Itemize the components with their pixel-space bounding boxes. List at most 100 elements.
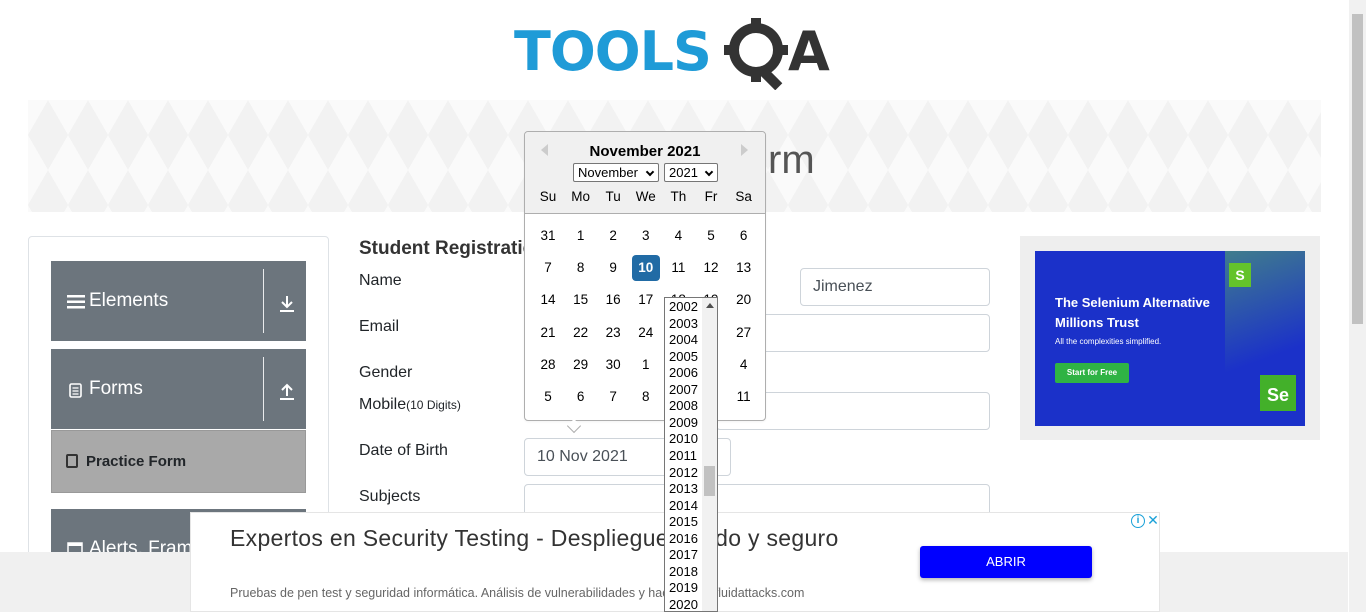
mobile-label-text: Mobile [359, 396, 407, 413]
calendar-day[interactable]: 11 [664, 255, 692, 281]
calendar-day[interactable]: 2 [599, 223, 627, 249]
scroll-thumb[interactable] [704, 466, 715, 496]
upload-arrow-icon[interactable] [279, 383, 295, 401]
side-ad[interactable]: The Selenium Alternative Millions Trust … [1035, 251, 1305, 426]
calendar-day[interactable]: 20 [730, 287, 758, 313]
year-option[interactable]: 2016 [669, 531, 698, 547]
calendar-day[interactable]: 1 [632, 352, 660, 378]
datepicker-popup: November 2021 November 2021 Su Mo Tu We Th Fr… [524, 131, 766, 434]
document-icon [69, 383, 82, 398]
sidebar-group-elements[interactable]: Elements [51, 261, 306, 341]
sidebar-group-label: Elements [89, 290, 169, 311]
year-option[interactable]: 2002 [669, 299, 698, 315]
logo-text: TOOLS [514, 20, 712, 83]
calendar-day[interactable]: 31 [534, 223, 562, 249]
year-option[interactable]: 2020 [669, 597, 698, 611]
calendar-day[interactable]: 3 [632, 223, 660, 249]
month-select-value: November [578, 165, 638, 180]
calendar-day[interactable]: 29 [567, 352, 595, 378]
dob-label: Date of Birth [359, 442, 448, 459]
calendar-day[interactable]: 16 [599, 287, 627, 313]
calendar-day[interactable]: 1 [567, 223, 595, 249]
download-arrow-icon[interactable] [279, 295, 295, 313]
last-name-input[interactable]: Jimenez [800, 268, 990, 306]
banner-title: rm [768, 138, 815, 182]
s-badge-icon: S [1229, 263, 1251, 287]
calendar-day[interactable]: 21 [534, 320, 562, 346]
calendar-day[interactable]: 6 [730, 223, 758, 249]
calendar-day[interactable]: 24 [632, 320, 660, 346]
calendar-day[interactable]: 11 [730, 384, 758, 410]
sidebar-item-label: Practice Form [86, 453, 187, 470]
year-option[interactable]: 2018 [669, 564, 698, 580]
year-list-scrollbar[interactable] [702, 298, 717, 611]
year-option[interactable]: 2007 [669, 382, 698, 398]
side-ad-headline: The Selenium Alternative Millions Trust [1055, 293, 1210, 333]
year-option[interactable]: 2005 [669, 349, 698, 365]
page-scroll-thumb[interactable] [1352, 14, 1363, 324]
year-option[interactable]: 2012 [669, 465, 698, 481]
year-option[interactable]: 2013 [669, 481, 698, 497]
month-select[interactable]: November [573, 163, 659, 182]
calendar-day[interactable]: 7 [534, 255, 562, 281]
page-scrollbar[interactable] [1349, 0, 1366, 612]
next-month-icon[interactable] [741, 144, 748, 156]
calendar-day[interactable]: 14 [534, 287, 562, 313]
year-option[interactable]: 2009 [669, 415, 698, 431]
bottom-ad-headline: Expertos en Security Testing - Despliegu… [230, 525, 839, 551]
sidebar-group-forms[interactable]: Forms [51, 349, 306, 429]
year-option[interactable]: 2015 [669, 514, 698, 530]
calendar-day[interactable]: 27 [730, 320, 758, 346]
calendar-day[interactable]: 4 [730, 352, 758, 378]
sidebar-group-label: Forms [89, 378, 143, 399]
year-option[interactable]: 2014 [669, 498, 698, 514]
toolsqa-logo[interactable]: TOOLS A [514, 14, 844, 92]
weekday-header: Mo [571, 189, 590, 204]
year-option[interactable]: 2006 [669, 365, 698, 381]
form-icon [66, 454, 78, 468]
selenium-badge-icon: Se [1260, 375, 1296, 411]
year-option[interactable]: 2008 [669, 398, 698, 414]
bottom-ad-subtext: Pruebas de pen test y seguridad informát… [230, 586, 805, 600]
calendar-day[interactable]: 5 [697, 223, 725, 249]
logo-qa-text: A [788, 20, 836, 83]
year-option[interactable]: 2010 [669, 431, 698, 447]
open-ad-button[interactable]: ABRIR [920, 546, 1092, 578]
calendar-day-selected[interactable]: 10 [631, 255, 660, 282]
weekday-header: We [635, 189, 656, 204]
calendar-day[interactable]: 8 [632, 384, 660, 410]
name-label: Name [359, 272, 402, 289]
calendar-day[interactable]: 23 [599, 320, 627, 346]
calendar-day[interactable]: 22 [567, 320, 595, 346]
year-option[interactable]: 2017 [669, 547, 698, 563]
calendar-day[interactable]: 12 [697, 255, 725, 281]
ad-close-icon[interactable]: ✕ [1146, 513, 1160, 528]
year-dropdown-list[interactable]: 2002 2003 2004 2005 2006 2007 2008 2009 2010 2011… [664, 297, 718, 612]
side-ad-cta-button[interactable]: Start for Free [1055, 363, 1129, 383]
scroll-up-arrow-icon[interactable] [706, 303, 714, 308]
calendar-day[interactable]: 8 [567, 255, 595, 281]
datepicker-header: November 2021 November 2021 Su Mo Tu We Th Fr… [525, 132, 765, 214]
calendar-day[interactable]: 17 [632, 287, 660, 313]
weekday-header: Tu [605, 189, 621, 204]
calendar-day[interactable]: 30 [599, 352, 627, 378]
chevron-down-icon [645, 167, 655, 177]
calendar-day[interactable]: 6 [567, 384, 595, 410]
year-option[interactable]: 2019 [669, 580, 698, 596]
calendar-day[interactable]: 28 [534, 352, 562, 378]
calendar-day[interactable]: 13 [730, 255, 758, 281]
calendar-day[interactable]: 5 [534, 384, 562, 410]
ad-info-icon[interactable]: i [1131, 514, 1145, 528]
side-ad-subtext: All the complexities simplified. [1055, 337, 1162, 346]
calendar-day[interactable]: 4 [664, 223, 692, 249]
weekday-header: Fr [704, 189, 718, 204]
year-select[interactable]: 2021 [664, 163, 718, 182]
year-option[interactable]: 2011 [669, 448, 697, 464]
calendar-day[interactable]: 7 [599, 384, 627, 410]
year-option[interactable]: 2004 [669, 332, 698, 348]
calendar-day[interactable]: 9 [599, 255, 627, 281]
year-option[interactable]: 2003 [669, 316, 698, 332]
weekday-header: Th [670, 189, 687, 204]
sidebar-item-practice-form[interactable]: Practice Form [51, 430, 306, 493]
calendar-day[interactable]: 15 [567, 287, 595, 313]
